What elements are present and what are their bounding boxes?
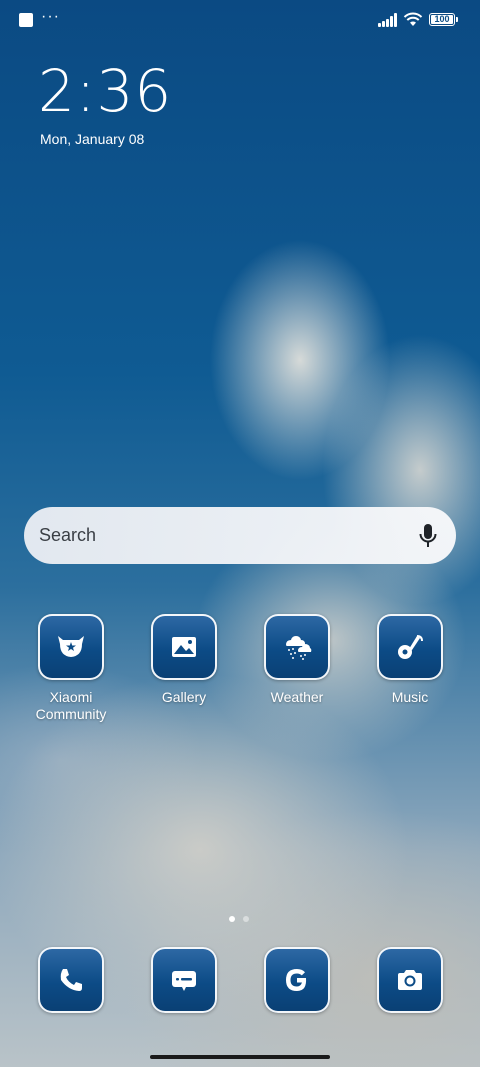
- app-tile[interactable]: [38, 947, 104, 1013]
- app-tile[interactable]: [151, 947, 217, 1013]
- app-tile[interactable]: [377, 947, 443, 1013]
- search-placeholder: Search: [39, 525, 97, 545]
- battery-nub: [456, 17, 458, 22]
- battery-level: 100: [434, 14, 450, 24]
- dock-phone[interactable]: [21, 947, 121, 1013]
- app-weather[interactable]: Weather: [247, 614, 347, 706]
- dock-messages[interactable]: [134, 947, 234, 1013]
- app-gallery[interactable]: Gallery: [134, 614, 234, 706]
- page-dot-active: [229, 916, 235, 922]
- gallery-icon: [172, 637, 196, 657]
- messages-icon: [172, 971, 196, 991]
- camera-icon: [398, 970, 422, 990]
- clock-date[interactable]: Mon, January 08: [40, 131, 144, 147]
- google-icon: [286, 969, 307, 991]
- notification-icon: [19, 13, 33, 27]
- status-bar: ··· 100: [0, 0, 480, 40]
- phone-icon: [60, 969, 82, 991]
- music-icon: [398, 635, 423, 659]
- app-label: Gallery: [161, 689, 207, 705]
- microphone-icon[interactable]: [418, 523, 438, 549]
- app-label: Weather: [270, 689, 324, 705]
- weather-icon: [286, 636, 312, 660]
- battery-icon: 100: [429, 13, 455, 26]
- app-tile[interactable]: [151, 614, 217, 680]
- cellular-signal-icon: [378, 13, 398, 27]
- app-label: Xiaomi Community: [35, 689, 107, 722]
- app-xiaomi-community[interactable]: Xiaomi Community: [21, 614, 121, 723]
- app-tile[interactable]: [377, 614, 443, 680]
- app-tile[interactable]: [38, 614, 104, 680]
- app-tile[interactable]: [264, 947, 330, 1013]
- more-notifications-icon: ···: [41, 8, 60, 25]
- page-dot: [243, 916, 249, 922]
- dock-google[interactable]: [247, 947, 347, 1013]
- clock-time[interactable]: 2:36: [38, 56, 172, 126]
- dock-camera[interactable]: [360, 947, 460, 1013]
- search-bar[interactable]: Search: [24, 507, 456, 564]
- page-indicator: [229, 909, 257, 927]
- xiaomi-community-icon: [58, 636, 84, 657]
- gesture-navigation-bar[interactable]: [150, 1055, 330, 1059]
- app-label: Music: [391, 689, 429, 705]
- app-music[interactable]: Music: [360, 614, 460, 706]
- app-tile[interactable]: [264, 614, 330, 680]
- wifi-icon: [403, 12, 423, 26]
